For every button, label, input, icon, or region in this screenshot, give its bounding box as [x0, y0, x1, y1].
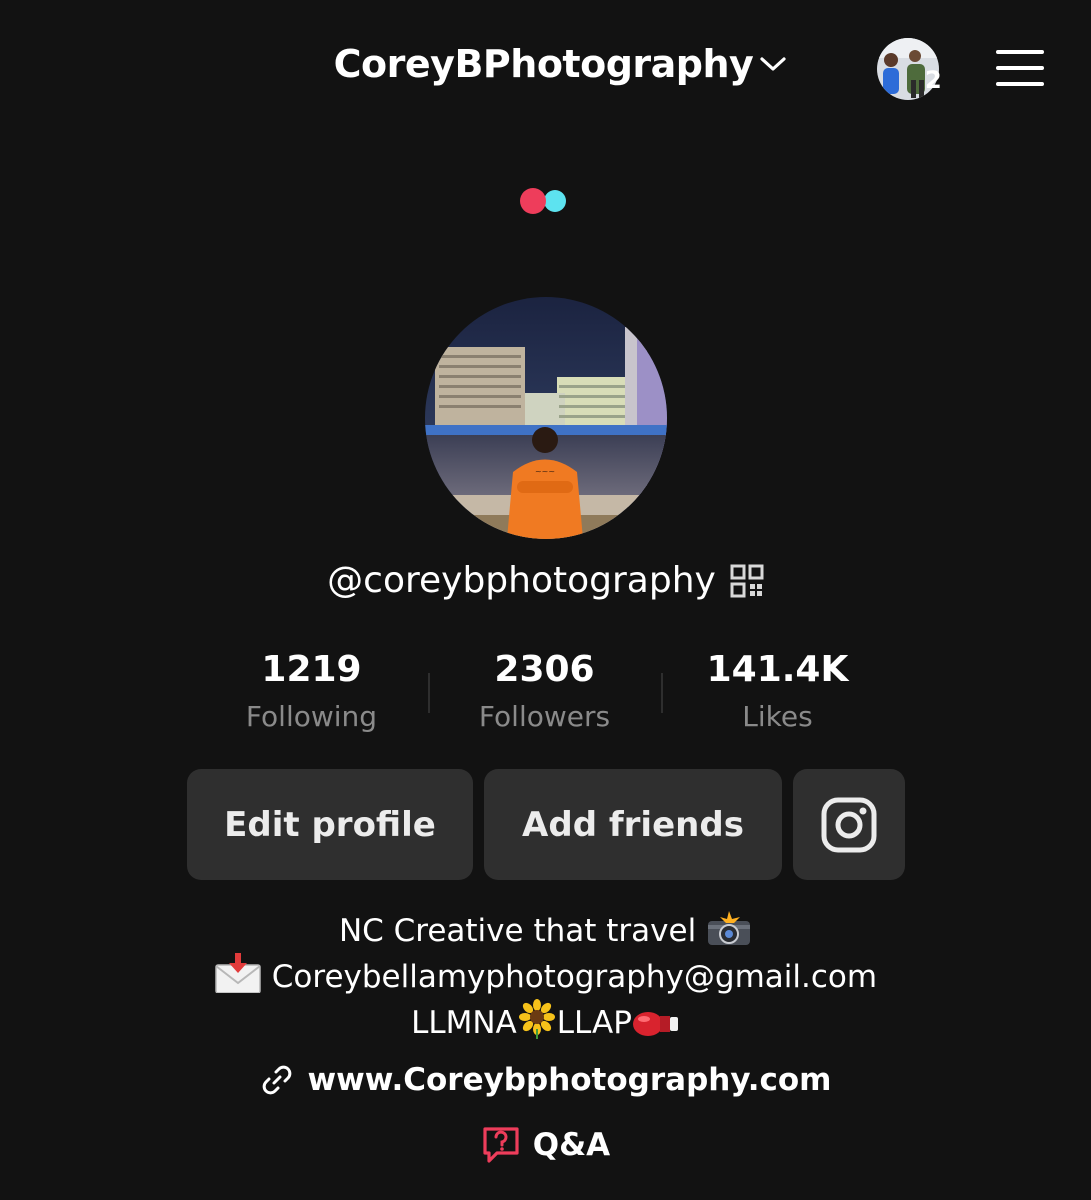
- website-link[interactable]: www.Coreybphotography.com: [260, 1062, 832, 1098]
- account-name: CoreyBPhotography: [333, 42, 754, 86]
- edit-profile-button[interactable]: Edit profile: [187, 769, 473, 880]
- stat-divider: [661, 673, 663, 713]
- camera-flash-icon: [708, 911, 751, 945]
- website-link-row: www.Coreybphotography.com: [0, 1062, 1091, 1101]
- profile-page: CoreyBPhotography 2 ~~~ @coreybphotograp…: [0, 0, 1091, 1200]
- loading-dots-icon: [520, 188, 566, 214]
- website-link-text: www.Coreybphotography.com: [307, 1062, 832, 1098]
- profile-stats: 1219 Following 2306 Followers 141.4K Lik…: [195, 645, 895, 745]
- bio-line-1: NC Creative that travel: [0, 910, 1091, 953]
- profile-avatar[interactable]: ~~~: [425, 297, 667, 539]
- instagram-button[interactable]: [793, 769, 905, 880]
- bio-text-1: NC Creative that travel: [338, 913, 697, 949]
- qr-code-icon[interactable]: [730, 564, 764, 598]
- bio-email: Coreybellamyphotography@gmail.com: [271, 959, 878, 995]
- following-count: 1219: [261, 649, 362, 690]
- hamburger-menu-icon[interactable]: [996, 50, 1044, 86]
- svg-text:~~~: ~~~: [535, 467, 555, 476]
- stat-following[interactable]: 1219 Following: [195, 645, 428, 745]
- qa-row: Q&A: [0, 1125, 1091, 1169]
- username: @coreybphotography: [327, 560, 716, 601]
- incoming-envelope-icon: [215, 953, 261, 993]
- bio: NC Creative that travel Coreybellamyphot…: [0, 910, 1091, 1045]
- followers-label: Followers: [478, 700, 611, 733]
- instagram-icon: [821, 797, 877, 852]
- likes-label: Likes: [742, 700, 813, 733]
- likes-count: 141.4K: [706, 649, 849, 690]
- followers-count: 2306: [494, 649, 595, 690]
- question-bubble-icon: [483, 1127, 519, 1163]
- stat-likes[interactable]: 141.4K Likes: [661, 645, 894, 745]
- profile-photo-image: ~~~: [425, 297, 667, 539]
- qa-button[interactable]: Q&A: [481, 1125, 610, 1165]
- stat-divider: [428, 673, 430, 713]
- bio-text-3a: LLMNA: [411, 1005, 517, 1041]
- bio-line-3: LLMNA LLAP: [0, 999, 1091, 1045]
- account-switcher-button[interactable]: CoreyBPhotography: [334, 42, 788, 86]
- qa-text: Q&A: [532, 1127, 611, 1163]
- boxing-glove-icon: [632, 1012, 678, 1036]
- username-row: @coreybphotography: [0, 560, 1091, 601]
- chevron-down-icon: [760, 57, 786, 71]
- link-icon: [262, 1065, 291, 1095]
- bio-line-2: Coreybellamyphotography@gmail.com: [0, 953, 1091, 999]
- bio-text-3b: LLAP: [556, 1005, 632, 1041]
- following-label: Following: [245, 700, 378, 733]
- stat-followers[interactable]: 2306 Followers: [428, 645, 661, 745]
- accounts-count-badge: 2: [925, 66, 942, 94]
- sunflower-icon: [518, 999, 555, 1039]
- add-friends-button[interactable]: Add friends: [484, 769, 782, 880]
